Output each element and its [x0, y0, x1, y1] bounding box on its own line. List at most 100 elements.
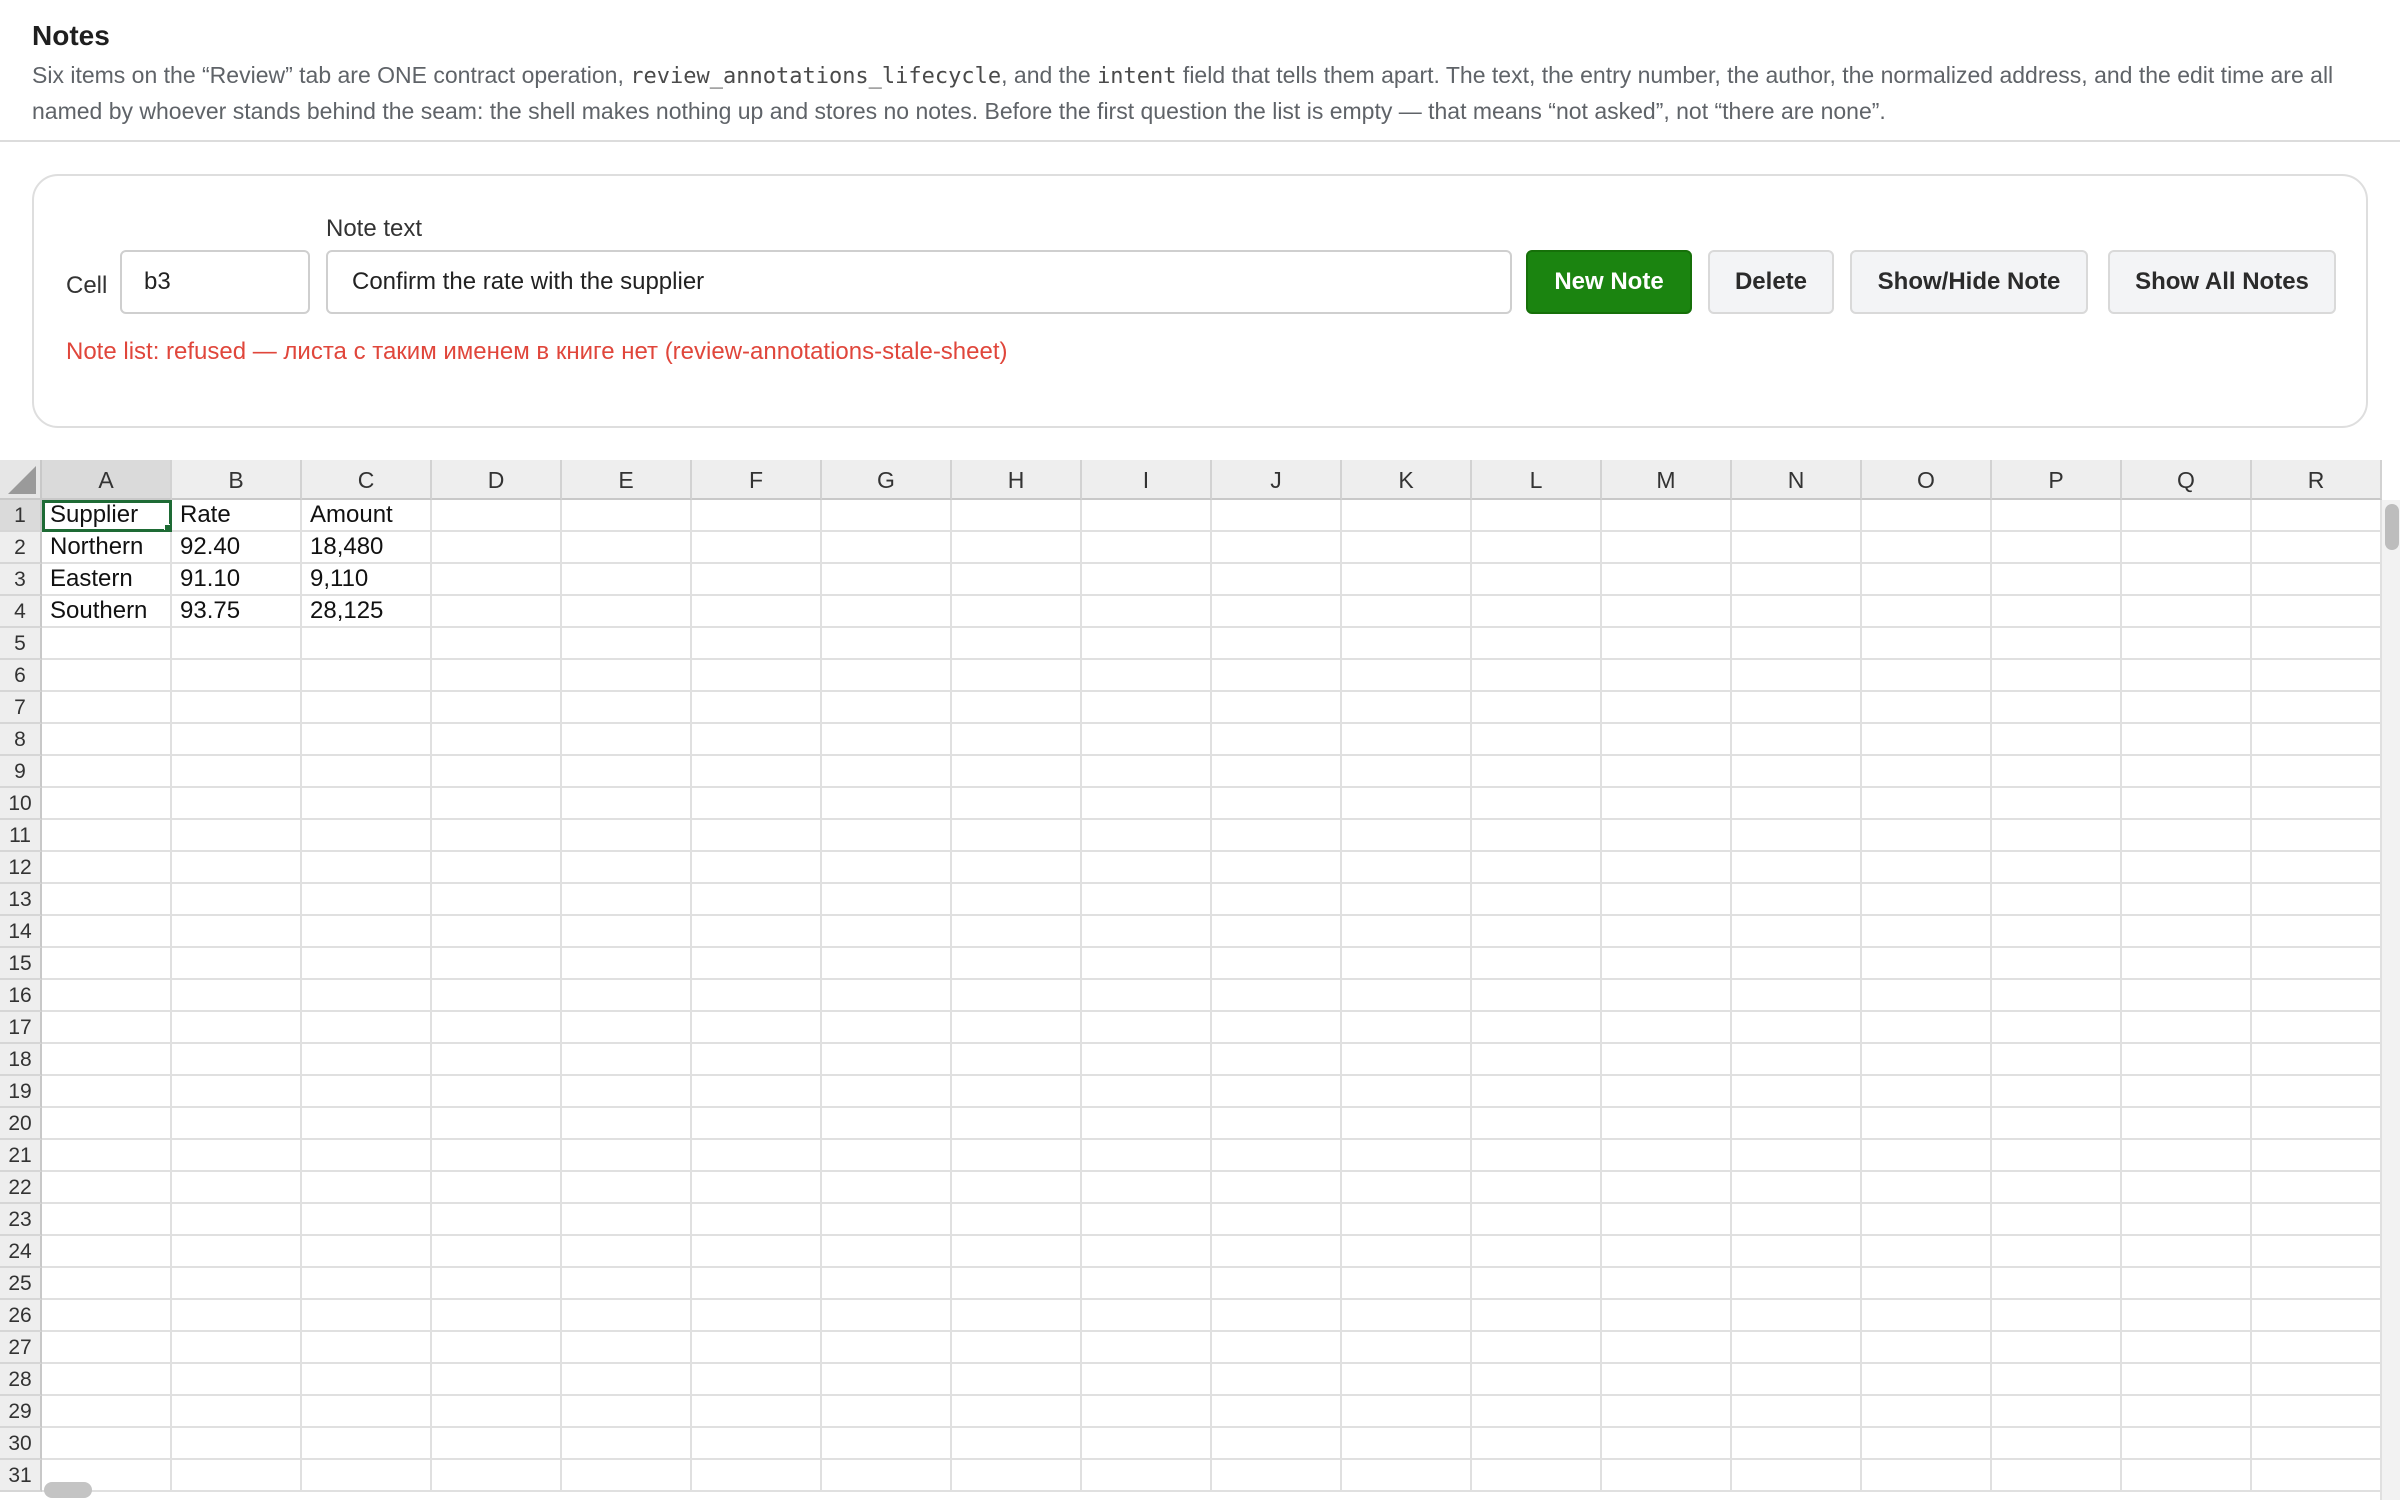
- cell-p3[interactable]: [1992, 564, 2122, 596]
- cell-q31[interactable]: [2122, 1460, 2252, 1492]
- cell-c17[interactable]: [302, 1012, 432, 1044]
- cell-n6[interactable]: [1732, 660, 1862, 692]
- cell-j5[interactable]: [1212, 628, 1342, 660]
- cell-p8[interactable]: [1992, 724, 2122, 756]
- cell-q10[interactable]: [2122, 788, 2252, 820]
- cell-f22[interactable]: [692, 1172, 822, 1204]
- cell-d8[interactable]: [432, 724, 562, 756]
- cell-d11[interactable]: [432, 820, 562, 852]
- cell-q29[interactable]: [2122, 1396, 2252, 1428]
- cell-o14[interactable]: [1862, 916, 1992, 948]
- cell-e6[interactable]: [562, 660, 692, 692]
- cell-address-input[interactable]: [120, 250, 310, 314]
- cell-h25[interactable]: [952, 1268, 1082, 1300]
- cell-b14[interactable]: [172, 916, 302, 948]
- cell-r30[interactable]: [2252, 1428, 2382, 1460]
- cell-j26[interactable]: [1212, 1300, 1342, 1332]
- cell-f1[interactable]: [692, 500, 822, 532]
- cell-n31[interactable]: [1732, 1460, 1862, 1492]
- cell-h12[interactable]: [952, 852, 1082, 884]
- cell-a13[interactable]: [42, 884, 172, 916]
- cell-e2[interactable]: [562, 532, 692, 564]
- row-header-3[interactable]: 3: [0, 564, 42, 596]
- cell-n13[interactable]: [1732, 884, 1862, 916]
- cell-i23[interactable]: [1082, 1204, 1212, 1236]
- cell-r16[interactable]: [2252, 980, 2382, 1012]
- cell-l6[interactable]: [1472, 660, 1602, 692]
- cell-d5[interactable]: [432, 628, 562, 660]
- cell-k2[interactable]: [1342, 532, 1472, 564]
- cell-l29[interactable]: [1472, 1396, 1602, 1428]
- cell-o3[interactable]: [1862, 564, 1992, 596]
- cell-k10[interactable]: [1342, 788, 1472, 820]
- cell-b8[interactable]: [172, 724, 302, 756]
- cell-h10[interactable]: [952, 788, 1082, 820]
- cell-g6[interactable]: [822, 660, 952, 692]
- cell-r5[interactable]: [2252, 628, 2382, 660]
- cell-g4[interactable]: [822, 596, 952, 628]
- row-header-5[interactable]: 5: [0, 628, 42, 660]
- cell-n28[interactable]: [1732, 1364, 1862, 1396]
- cell-k14[interactable]: [1342, 916, 1472, 948]
- cell-c18[interactable]: [302, 1044, 432, 1076]
- cell-b13[interactable]: [172, 884, 302, 916]
- cell-i16[interactable]: [1082, 980, 1212, 1012]
- cell-n16[interactable]: [1732, 980, 1862, 1012]
- cell-b30[interactable]: [172, 1428, 302, 1460]
- cell-l26[interactable]: [1472, 1300, 1602, 1332]
- cell-h26[interactable]: [952, 1300, 1082, 1332]
- cell-o15[interactable]: [1862, 948, 1992, 980]
- cell-q12[interactable]: [2122, 852, 2252, 884]
- cell-a30[interactable]: [42, 1428, 172, 1460]
- cell-g8[interactable]: [822, 724, 952, 756]
- cell-a12[interactable]: [42, 852, 172, 884]
- cell-j28[interactable]: [1212, 1364, 1342, 1396]
- cell-c2[interactable]: 18,480: [302, 532, 432, 564]
- cell-p31[interactable]: [1992, 1460, 2122, 1492]
- column-header-h[interactable]: H: [952, 460, 1082, 500]
- cell-m28[interactable]: [1602, 1364, 1732, 1396]
- select-all-corner[interactable]: [0, 460, 42, 500]
- cell-q13[interactable]: [2122, 884, 2252, 916]
- cell-d20[interactable]: [432, 1108, 562, 1140]
- cell-l1[interactable]: [1472, 500, 1602, 532]
- cell-j11[interactable]: [1212, 820, 1342, 852]
- cell-f19[interactable]: [692, 1076, 822, 1108]
- cell-o17[interactable]: [1862, 1012, 1992, 1044]
- cell-q5[interactable]: [2122, 628, 2252, 660]
- cell-l19[interactable]: [1472, 1076, 1602, 1108]
- cell-h3[interactable]: [952, 564, 1082, 596]
- cell-m4[interactable]: [1602, 596, 1732, 628]
- cell-o6[interactable]: [1862, 660, 1992, 692]
- cell-e31[interactable]: [562, 1460, 692, 1492]
- cell-h18[interactable]: [952, 1044, 1082, 1076]
- row-header-1[interactable]: 1: [0, 500, 42, 532]
- cell-r19[interactable]: [2252, 1076, 2382, 1108]
- cell-a16[interactable]: [42, 980, 172, 1012]
- cell-j20[interactable]: [1212, 1108, 1342, 1140]
- cell-o1[interactable]: [1862, 500, 1992, 532]
- cell-n4[interactable]: [1732, 596, 1862, 628]
- cell-l4[interactable]: [1472, 596, 1602, 628]
- cell-r14[interactable]: [2252, 916, 2382, 948]
- cell-b26[interactable]: [172, 1300, 302, 1332]
- cell-g20[interactable]: [822, 1108, 952, 1140]
- row-header-12[interactable]: 12: [0, 852, 42, 884]
- cell-e22[interactable]: [562, 1172, 692, 1204]
- cell-e24[interactable]: [562, 1236, 692, 1268]
- cell-c15[interactable]: [302, 948, 432, 980]
- column-header-f[interactable]: F: [692, 460, 822, 500]
- cell-d29[interactable]: [432, 1396, 562, 1428]
- cell-k22[interactable]: [1342, 1172, 1472, 1204]
- cell-m18[interactable]: [1602, 1044, 1732, 1076]
- cell-d31[interactable]: [432, 1460, 562, 1492]
- cell-h21[interactable]: [952, 1140, 1082, 1172]
- cell-i13[interactable]: [1082, 884, 1212, 916]
- cell-j16[interactable]: [1212, 980, 1342, 1012]
- cell-a1[interactable]: Supplier: [42, 500, 172, 532]
- cell-g3[interactable]: [822, 564, 952, 596]
- cell-j3[interactable]: [1212, 564, 1342, 596]
- cell-a4[interactable]: Southern: [42, 596, 172, 628]
- cell-e23[interactable]: [562, 1204, 692, 1236]
- cell-j17[interactable]: [1212, 1012, 1342, 1044]
